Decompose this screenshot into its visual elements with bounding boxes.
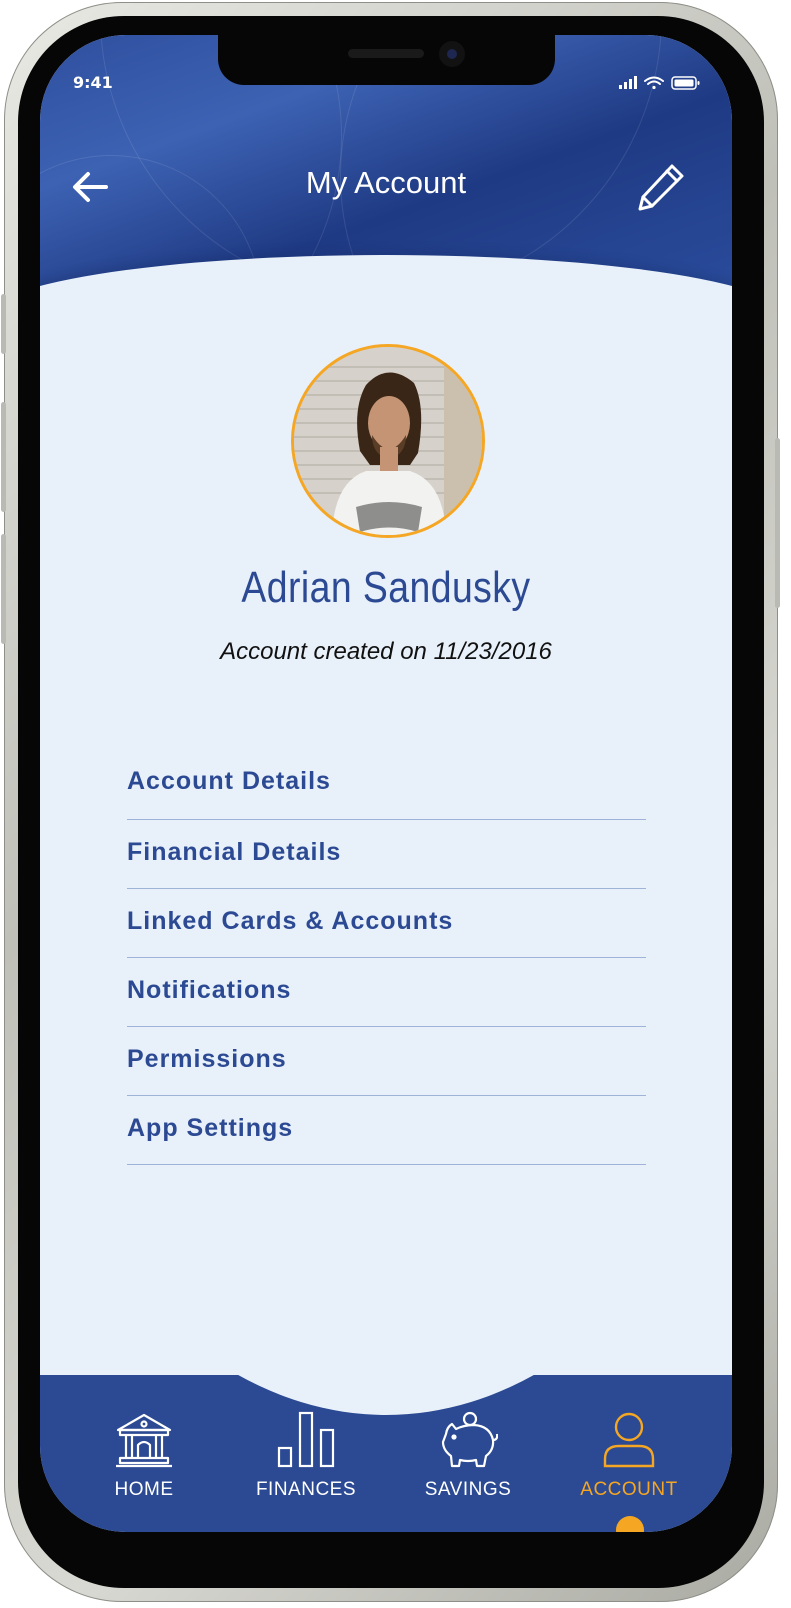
nav-label: FINANCES — [255, 1479, 357, 1500]
menu-item-label: Linked Cards & Accounts — [127, 906, 454, 935]
menu-item-financial-details[interactable]: Financial Details — [127, 820, 646, 889]
header: 9:41 My Account — [40, 35, 732, 295]
volume-up-button — [1, 402, 6, 512]
user-icon — [603, 1412, 655, 1468]
page-title: My Account — [305, 165, 467, 200]
wifi-icon — [644, 76, 664, 90]
signal-icon — [619, 76, 637, 89]
bank-icon — [116, 1413, 172, 1468]
menu-item-label: Financial Details — [127, 837, 342, 866]
menu-item-label: App Settings — [127, 1113, 294, 1142]
nav-label: SAVINGS — [424, 1479, 512, 1500]
menu-item-account-details[interactable]: Account Details — [127, 747, 646, 820]
mute-switch — [1, 294, 6, 354]
avatar[interactable] — [291, 344, 485, 538]
nav-savings[interactable]: SAVINGS — [393, 1410, 543, 1501]
menu-item-linked-cards-accounts[interactable]: Linked Cards & Accounts — [127, 889, 646, 958]
menu-item-label: Account Details — [127, 766, 331, 795]
edit-button[interactable] — [636, 160, 688, 212]
nav-label: HOME — [114, 1479, 174, 1500]
menu-item-app-settings[interactable]: App Settings — [127, 1096, 646, 1165]
account-menu: Account Details Financial Details Linked… — [127, 747, 646, 1165]
nav-finances[interactable]: FINANCES — [231, 1410, 381, 1501]
piggy-bank-icon — [441, 1411, 498, 1468]
profile-photo — [294, 347, 482, 535]
power-button — [775, 438, 780, 608]
status-icons — [617, 75, 701, 91]
bar-chart-icon — [277, 1411, 335, 1468]
pencil-icon — [638, 164, 684, 211]
volume-down-button — [1, 534, 6, 644]
profile-name: Adrian Sandusky — [241, 563, 531, 612]
battery-icon — [671, 76, 700, 90]
menu-item-label: Permissions — [127, 1044, 287, 1073]
notch — [218, 35, 555, 85]
nav-home[interactable]: HOME — [69, 1410, 219, 1501]
screen: 9:41 My Account Adrian Sandusky Account … — [40, 35, 732, 1532]
nav-label: ACCOUNT — [580, 1479, 678, 1500]
menu-item-permissions[interactable]: Permissions — [127, 1027, 646, 1096]
menu-item-notifications[interactable]: Notifications — [127, 958, 646, 1027]
account-created-date: Account created on 11/23/2016 — [220, 638, 552, 665]
nav-account[interactable]: ACCOUNT — [554, 1410, 704, 1501]
menu-item-label: Notifications — [127, 975, 292, 1004]
status-time: 9:41 — [73, 73, 113, 92]
